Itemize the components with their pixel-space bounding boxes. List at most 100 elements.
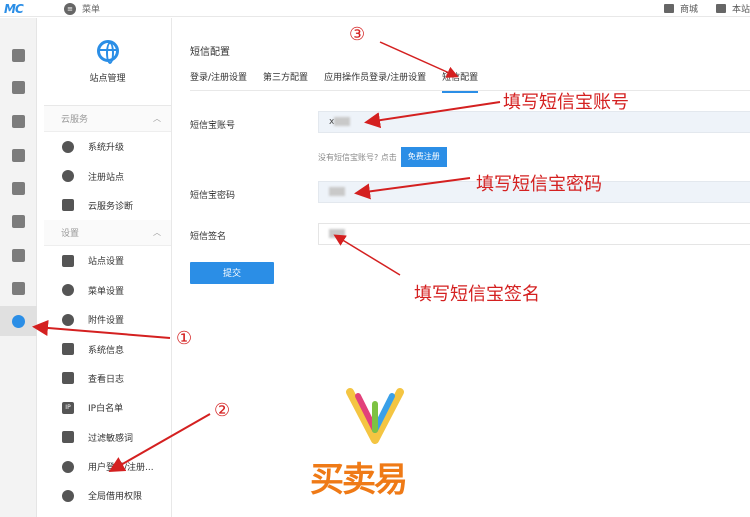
account-input[interactable]: x <box>318 111 750 133</box>
redacted-value <box>329 187 345 196</box>
shop-link[interactable]: 商城 <box>663 2 698 15</box>
note-password: 填写短信宝密码 <box>476 174 602 195</box>
log-icon <box>62 372 74 385</box>
users-icon <box>12 214 25 228</box>
watermark-logo-icon <box>346 388 404 444</box>
sidebar-item-label: 查看日志 <box>88 374 125 385</box>
sitemap-icon <box>62 254 74 267</box>
main-content: 短信配置 登录/注册设置 第三方配置 应用操作员登录/注册设置 短信配置 短信宝… <box>172 18 750 517</box>
watermark-text: 买卖易 <box>310 460 408 500</box>
medkit-icon <box>62 199 74 212</box>
sidebar-item-attachment-settings[interactable]: 附件设置 <box>44 305 171 334</box>
site-icon <box>715 4 726 13</box>
globe-icon <box>96 39 119 64</box>
chevron-up-icon: ︿ <box>153 228 161 238</box>
sidebar-item-label: 注册站点 <box>88 172 125 183</box>
group-settings[interactable]: 设置 ︿ <box>44 220 171 247</box>
sidebar-item-label: 附件设置 <box>88 316 125 327</box>
icon-rail <box>0 18 37 517</box>
monitor-icon <box>12 281 25 295</box>
sidebar-item-label: 站点设置 <box>88 257 125 268</box>
menu-label: 菜单 <box>82 5 101 15</box>
sidebar-item-site-settings[interactable]: 站点设置 <box>44 246 171 275</box>
shop-label: 商城 <box>679 5 698 15</box>
sidebar-item-menu-settings[interactable]: 菜单设置 <box>44 276 171 305</box>
top-right-links: 商城 本站 <box>663 2 750 15</box>
rail-cube[interactable] <box>0 106 37 136</box>
step3-marker: ③ <box>349 24 366 45</box>
sidebar-item-label: 云服务诊断 <box>88 201 134 212</box>
submit-button[interactable]: 提交 <box>190 262 274 284</box>
user-icon <box>62 460 74 473</box>
page-title: 短信配置 <box>190 47 230 58</box>
this-site-label: 本站 <box>731 5 750 15</box>
sidebar-item-label: 系统升级 <box>88 143 125 154</box>
sidebar-item-register-site[interactable]: 注册站点 <box>44 161 171 190</box>
permission-icon <box>62 489 74 502</box>
app-logo[interactable]: MC <box>4 2 30 16</box>
attachment-icon <box>62 313 74 326</box>
gear-cube-icon <box>12 181 25 195</box>
filter-icon <box>62 431 74 444</box>
site-management-title: 站点管理 <box>89 73 126 84</box>
menu-icon: ≡ <box>64 2 76 15</box>
rail-monitor[interactable] <box>0 273 37 303</box>
group-title: 设置 <box>61 229 80 240</box>
rail-gear-cube[interactable] <box>0 173 37 203</box>
redacted-value <box>334 117 351 126</box>
account-label: 短信宝账号 <box>190 121 236 131</box>
sidebar-item-filter-words[interactable]: 过滤敏感词 <box>44 423 171 452</box>
password-label: 短信宝密码 <box>190 191 236 201</box>
home-icon <box>12 48 25 62</box>
redacted-value <box>329 229 345 238</box>
sidebar-item-user-login[interactable]: 用户登录/注册... <box>44 452 171 481</box>
sidebar-item-global-permissions[interactable]: 全局借用权限 <box>44 481 171 510</box>
sidebar-item-label: IP白名单 <box>88 404 124 415</box>
tools-icon <box>62 343 74 356</box>
rail-users[interactable] <box>0 206 37 236</box>
sidebar-item-cloud-diagnosis[interactable]: 云服务诊断 <box>44 191 171 220</box>
sidebar-item-system-upgrade[interactable]: 系统升级 <box>44 132 171 161</box>
menu-toggle[interactable]: ≡ 菜单 <box>64 2 100 15</box>
signature-input[interactable] <box>318 223 750 245</box>
rail-globe[interactable] <box>0 306 37 336</box>
rail-apps[interactable] <box>0 72 37 102</box>
cloud-icon <box>62 140 74 153</box>
sidebar-item-system-info[interactable]: 系统信息 <box>44 334 171 363</box>
sidebar-item-label: 用户登录/注册... <box>88 463 154 474</box>
step2-marker: ② <box>214 400 231 421</box>
this-site-link[interactable]: 本站 <box>715 2 750 15</box>
cube-icon <box>12 114 25 128</box>
plus-circle-icon <box>62 170 74 183</box>
step1-marker: ① <box>176 328 193 349</box>
list-circle-icon <box>62 284 74 297</box>
signature-label: 短信签名 <box>190 232 227 242</box>
top-bar: MC ≡ 菜单 商城 本站 <box>0 0 750 17</box>
sidebar-item-label: 系统信息 <box>88 345 125 356</box>
secondary-sidebar: 站点管理 云服务 ︿ 系统升级 注册站点 云服务诊断 设置 ︿ 站点设置 菜单设… <box>44 18 172 517</box>
ip-icon: IP <box>62 401 74 414</box>
free-register-button[interactable]: 免费注册 <box>400 147 447 167</box>
rail-home[interactable] <box>0 40 37 70</box>
rail-modules[interactable] <box>0 140 37 170</box>
rail-user-settings[interactable] <box>0 240 37 270</box>
globe-icon <box>12 314 25 328</box>
sidebar-item-ip-whitelist[interactable]: IP IP白名单 <box>44 393 171 422</box>
sidebar-item-label: 全局借用权限 <box>88 492 143 503</box>
apps-icon <box>12 80 25 94</box>
site-management-header[interactable]: 站点管理 <box>44 18 171 106</box>
tab-divider <box>190 90 750 91</box>
register-hint: 没有短信宝账号? 点击 免费注册 <box>318 147 447 167</box>
chevron-up-icon: ︿ <box>153 114 161 123</box>
hint-text: 没有短信宝账号? 点击 <box>318 152 397 162</box>
group-cloud-service[interactable]: 云服务 ︿ <box>44 106 171 132</box>
user-settings-icon <box>12 248 25 262</box>
shop-icon <box>663 4 674 13</box>
group-title: 云服务 <box>61 115 89 125</box>
modules-icon <box>12 148 25 162</box>
note-account: 填写短信宝账号 <box>503 92 629 113</box>
note-signature: 填写短信宝签名 <box>414 284 540 305</box>
sidebar-item-view-logs[interactable]: 查看日志 <box>44 364 171 393</box>
sidebar-item-label: 菜单设置 <box>88 286 125 297</box>
sidebar-item-label: 过滤敏感词 <box>88 433 134 444</box>
